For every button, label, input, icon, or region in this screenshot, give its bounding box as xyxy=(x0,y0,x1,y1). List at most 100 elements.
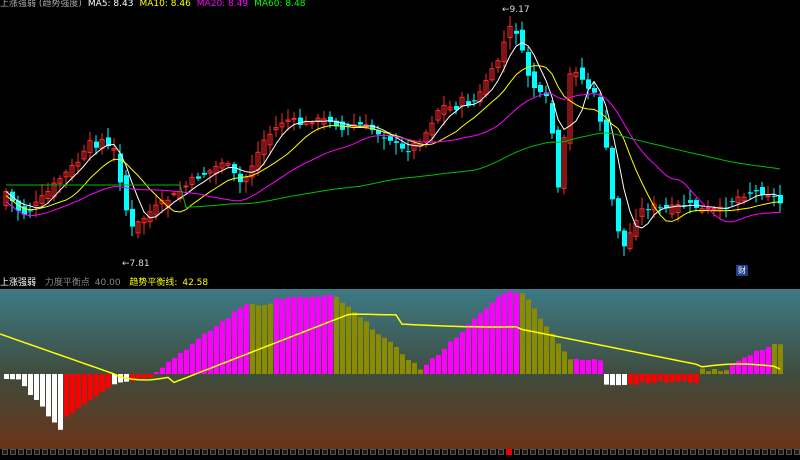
bottom-tab-cell[interactable] xyxy=(626,449,632,455)
bottom-tab-cell[interactable] xyxy=(666,449,672,455)
bottom-tab-cell[interactable] xyxy=(658,449,664,455)
bottom-tab-cell[interactable] xyxy=(106,449,112,455)
bottom-tab-cell[interactable] xyxy=(602,449,608,455)
bottom-tab-cell[interactable] xyxy=(418,449,424,455)
bottom-tab-cell[interactable] xyxy=(410,449,416,455)
bottom-tab-cell[interactable] xyxy=(482,449,488,455)
bottom-tab-cell[interactable] xyxy=(74,449,80,455)
bottom-tab-cell[interactable] xyxy=(322,449,328,455)
bottom-tab-cell[interactable] xyxy=(722,449,728,455)
bottom-tab-cell[interactable] xyxy=(338,449,344,455)
bottom-tab-cell[interactable] xyxy=(650,449,656,455)
bottom-tab-cell[interactable] xyxy=(82,449,88,455)
bottom-tab-cell[interactable] xyxy=(138,449,144,455)
bottom-tab-cell[interactable] xyxy=(786,449,792,455)
bottom-tab-cell[interactable] xyxy=(290,449,296,455)
bottom-tab-cell[interactable] xyxy=(522,449,528,455)
bottom-tab-cell[interactable] xyxy=(618,449,624,455)
bottom-tab-cell[interactable] xyxy=(346,449,352,455)
bottom-tab-cell[interactable] xyxy=(186,449,192,455)
bottom-tab-cell[interactable] xyxy=(754,449,760,455)
bottom-tab-cell[interactable] xyxy=(10,449,16,455)
bottom-tab-cell[interactable] xyxy=(498,449,504,455)
candlestick-chart[interactable] xyxy=(0,0,800,277)
bottom-tab-cell[interactable] xyxy=(90,449,96,455)
bottom-tab-cell[interactable] xyxy=(458,449,464,455)
bottom-tab-cell[interactable] xyxy=(306,449,312,455)
bottom-tab-cell[interactable] xyxy=(634,449,640,455)
bottom-tab-cell[interactable] xyxy=(730,449,736,455)
bottom-tab-cell[interactable] xyxy=(570,449,576,455)
bottom-tab-cell[interactable] xyxy=(18,449,24,455)
bottom-tab-cell[interactable] xyxy=(170,449,176,455)
bottom-tab-cell[interactable] xyxy=(690,449,696,455)
bottom-tab-cell[interactable] xyxy=(770,449,776,455)
bottom-tab-cell[interactable] xyxy=(194,449,200,455)
bottom-tab-cell[interactable] xyxy=(466,449,472,455)
bottom-tab-cell[interactable] xyxy=(682,449,688,455)
bottom-tab-cell[interactable] xyxy=(442,449,448,455)
bottom-tab-cell[interactable] xyxy=(738,449,744,455)
bottom-tab-cell[interactable] xyxy=(282,449,288,455)
bottom-tab-cell[interactable] xyxy=(530,449,536,455)
bottom-tab-cell[interactable] xyxy=(698,449,704,455)
bottom-tab-cell[interactable] xyxy=(402,449,408,455)
bottom-tab-cell[interactable] xyxy=(218,449,224,455)
bottom-tab-cell[interactable] xyxy=(130,449,136,455)
bottom-tab-cell[interactable] xyxy=(42,449,48,455)
bottom-tab-cell[interactable] xyxy=(746,449,752,455)
finance-badge[interactable]: 财 xyxy=(736,265,748,276)
bottom-tab-cell[interactable] xyxy=(50,449,56,455)
bottom-tab-cell[interactable] xyxy=(242,449,248,455)
bottom-tab-cell[interactable] xyxy=(2,449,8,455)
bottom-tab-cell[interactable] xyxy=(58,449,64,455)
bottom-tab-cell[interactable] xyxy=(210,449,216,455)
bottom-tab-cell[interactable] xyxy=(354,449,360,455)
bottom-tab-cell[interactable] xyxy=(762,449,768,455)
bottom-tab-cell[interactable] xyxy=(202,449,208,455)
bottom-tab-cell[interactable] xyxy=(146,449,152,455)
bottom-tab-cell[interactable] xyxy=(386,449,392,455)
bottom-tab-cell[interactable] xyxy=(250,449,256,455)
bottom-tab-cell[interactable] xyxy=(714,449,720,455)
bottom-tab-cell[interactable] xyxy=(234,449,240,455)
bottom-tab-cell[interactable] xyxy=(474,449,480,455)
bottom-tab-cell[interactable] xyxy=(434,449,440,455)
bottom-tab-cell[interactable] xyxy=(298,449,304,455)
bottom-tab-cell[interactable] xyxy=(26,449,32,455)
bottom-tab-cell[interactable] xyxy=(546,449,552,455)
bottom-tab-cell[interactable] xyxy=(178,449,184,455)
bottom-tab-cell[interactable] xyxy=(642,449,648,455)
bottom-tab-cell[interactable] xyxy=(554,449,560,455)
bottom-tab-cell[interactable] xyxy=(266,449,272,455)
bottom-tab-cell[interactable] xyxy=(154,449,160,455)
bottom-tab-cell[interactable] xyxy=(258,449,264,455)
bottom-tab-cell[interactable] xyxy=(114,449,120,455)
bottom-tab-cell[interactable] xyxy=(378,449,384,455)
indicator-chart[interactable] xyxy=(0,289,800,449)
bottom-tab-cell[interactable] xyxy=(66,449,72,455)
bottom-tab-cell[interactable] xyxy=(610,449,616,455)
bottom-tab-cell[interactable] xyxy=(578,449,584,455)
bottom-tab-cell[interactable] xyxy=(490,449,496,455)
bottom-tab-cell[interactable] xyxy=(562,449,568,455)
bottom-tab-cell[interactable] xyxy=(314,449,320,455)
bottom-tab-cell[interactable] xyxy=(226,449,232,455)
bottom-tab-cell[interactable] xyxy=(794,449,800,455)
bottom-tab-cell[interactable] xyxy=(426,449,432,455)
bottom-tab-cell[interactable] xyxy=(506,449,512,455)
bottom-tab-cell[interactable] xyxy=(98,449,104,455)
bottom-tab-cell[interactable] xyxy=(274,449,280,455)
bottom-tab-cell[interactable] xyxy=(674,449,680,455)
bottom-tab-cell[interactable] xyxy=(450,449,456,455)
bottom-tab-cell[interactable] xyxy=(538,449,544,455)
bottom-tab-cell[interactable] xyxy=(778,449,784,455)
bottom-tab-cell[interactable] xyxy=(330,449,336,455)
bottom-tab-cell[interactable] xyxy=(370,449,376,455)
bottom-tab-cell[interactable] xyxy=(362,449,368,455)
bottom-tab-cell[interactable] xyxy=(586,449,592,455)
bottom-tab-cell[interactable] xyxy=(34,449,40,455)
bottom-tab-cell[interactable] xyxy=(162,449,168,455)
bottom-tab-cell[interactable] xyxy=(122,449,128,455)
bottom-tab-cell[interactable] xyxy=(514,449,520,455)
